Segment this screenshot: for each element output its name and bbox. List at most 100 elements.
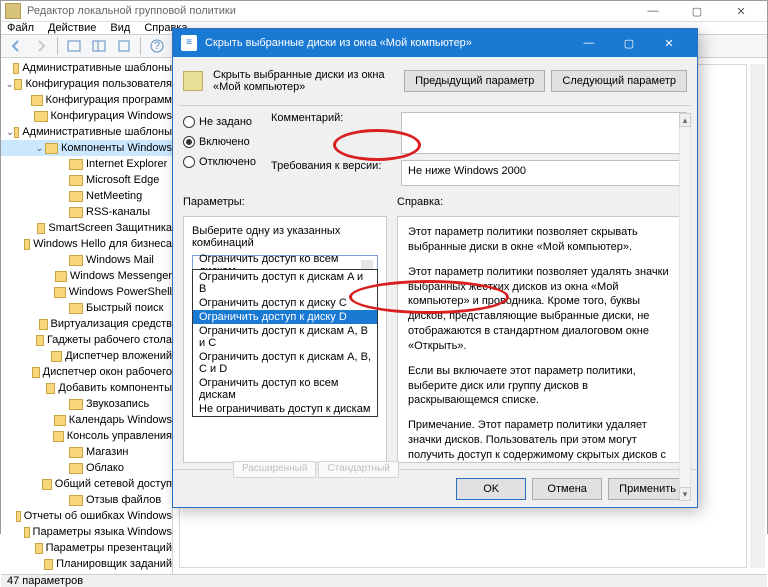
comment-field[interactable] (401, 112, 687, 154)
tree-item-label: Виртуализация средств (51, 318, 173, 330)
tree-item-label: Звукозапись (86, 398, 149, 410)
folder-icon (69, 399, 83, 410)
tree-item[interactable]: Microsoft Edge (1, 172, 172, 188)
forward-icon[interactable] (30, 35, 52, 57)
help-p4: Примечание. Этот параметр политики удаля… (408, 418, 676, 463)
tree-item[interactable]: Windows PowerShell (1, 284, 172, 300)
tree-item[interactable]: ⌄Компоненты Windows (1, 140, 172, 156)
folder-icon (69, 191, 83, 202)
tree-item[interactable]: Windows Hello для бизнеса (1, 236, 172, 252)
radio-disabled[interactable]: Отключено (183, 156, 261, 168)
toolbar-btn-2[interactable] (88, 35, 110, 57)
tree-item[interactable]: Магазин (1, 444, 172, 460)
tree-item-label: Административные шаблоны (22, 126, 172, 138)
toolbar-btn-1[interactable] (63, 35, 85, 57)
tree-item[interactable]: Internet Explorer (1, 156, 172, 172)
tree-item[interactable]: Общий сетевой доступ (1, 476, 172, 492)
dropdown-option[interactable]: Ограничить доступ к дискам A, B и C (193, 324, 377, 350)
maximize-button[interactable]: ▢ (675, 1, 719, 21)
tree-item[interactable]: Отзыв файлов (1, 492, 172, 508)
dropdown-option[interactable]: Ограничить доступ ко всем дискам (193, 376, 377, 402)
tree-item[interactable]: Административные шаблоны (1, 60, 172, 76)
previous-setting-button[interactable]: Предыдущий параметр (404, 70, 545, 92)
menu-action[interactable]: Действие (48, 22, 96, 34)
tree-item[interactable]: Параметры языка Windows (1, 524, 172, 540)
drive-dropdown[interactable]: Ограничить доступ к дискам A и BОграничи… (192, 269, 378, 417)
tree-item-label: Гаджеты рабочего стола (47, 334, 172, 346)
tree-item[interactable]: Виртуализация средств (1, 316, 172, 332)
tree-item[interactable]: Календарь Windows (1, 412, 172, 428)
close-button[interactable]: ✕ (719, 1, 763, 21)
tree-item[interactable]: Звукозапись (1, 396, 172, 412)
dialog-close-button[interactable]: ✕ (649, 32, 689, 54)
radio-not-configured[interactable]: Не задано (183, 116, 261, 128)
folder-icon (44, 559, 54, 570)
tree-item[interactable]: Быстрый поиск (1, 300, 172, 316)
tree-item[interactable]: Гаджеты рабочего стола (1, 332, 172, 348)
tab-extended[interactable]: Расширенный (233, 461, 316, 478)
tree-item-label: Конфигурация Windows (51, 110, 173, 122)
dropdown-option[interactable]: Ограничить доступ к диску C (193, 296, 377, 310)
tree-item-label: Добавить компоненты (58, 382, 172, 394)
app-icon (5, 3, 21, 19)
dialog-minimize-button[interactable]: — (569, 32, 609, 54)
folder-icon (53, 431, 64, 442)
cancel-button[interactable]: Отмена (532, 478, 602, 500)
folder-icon (69, 495, 83, 506)
help-icon[interactable]: ? (146, 35, 168, 57)
tree-item[interactable]: Облако (1, 460, 172, 476)
tree-item[interactable]: Параметры презентаций (1, 540, 172, 556)
tree-item[interactable]: SmartScreen Защитника (1, 220, 172, 236)
statusbar: 47 параметров (1, 574, 767, 587)
tree-item[interactable]: Планировщик заданий (1, 556, 172, 572)
menu-file[interactable]: Файл (7, 22, 34, 34)
tree-item[interactable]: Консоль управления (1, 428, 172, 444)
help-scrollbar[interactable]: ▴▾ (679, 113, 691, 501)
next-setting-button[interactable]: Следующий параметр (551, 70, 687, 92)
folder-icon (24, 239, 30, 250)
tree-item-label: Отчеты об ошибках Windows (24, 510, 172, 522)
folder-icon (69, 175, 83, 186)
tree-item[interactable]: RSS-каналы (1, 204, 172, 220)
radio-enabled[interactable]: Включено (183, 136, 261, 148)
help-p3: Если вы включаете этот параметр политики… (408, 364, 676, 409)
folder-icon (14, 79, 23, 90)
tree-item[interactable]: Отчеты об ошибках Windows (1, 508, 172, 524)
tree-item[interactable]: Добавить компоненты (1, 380, 172, 396)
help-p1: Этот параметр политики позволяет скрыват… (408, 225, 676, 255)
tree-item[interactable]: Windows Mail (1, 252, 172, 268)
tree-item-label: Быстрый поиск (86, 302, 163, 314)
tree-item[interactable]: NetMeeting (1, 188, 172, 204)
tab-standard[interactable]: Стандартный (318, 461, 398, 478)
apply-button[interactable]: Применить (608, 478, 687, 500)
main-titlebar: Редактор локальной групповой политики — … (1, 1, 767, 22)
tree-item-label: Облако (86, 462, 124, 474)
back-icon[interactable] (5, 35, 27, 57)
menu-view[interactable]: Вид (110, 22, 130, 34)
tree-item[interactable]: Конфигурация программ (1, 92, 172, 108)
parameters-panel: Выберите одну из указанных комбинаций Ог… (183, 216, 387, 463)
dropdown-option[interactable]: Не ограничивать доступ к дискам (193, 402, 377, 416)
tree-item[interactable]: Конфигурация Windows (1, 108, 172, 124)
folder-icon (16, 511, 21, 522)
tree-item-label: Параметры языка Windows (33, 526, 172, 538)
minimize-button[interactable]: — (631, 1, 675, 21)
chevron-down-icon (362, 263, 370, 268)
toolbar-btn-3[interactable] (113, 35, 135, 57)
dropdown-option[interactable]: Ограничить доступ к дискам A, B, C и D (193, 350, 377, 376)
tree-item[interactable]: ⌄Конфигурация пользователя (1, 76, 172, 92)
tree-item[interactable]: ⌄Административные шаблоны (1, 124, 172, 140)
folder-icon (69, 255, 83, 266)
dropdown-option[interactable]: Ограничить доступ к дискам A и B (193, 270, 377, 296)
tree-item-label: Диспетчер вложений (65, 350, 172, 362)
tree-panel[interactable]: Административные шаблоны⌄Конфигурация по… (1, 58, 173, 574)
tree-item[interactable]: Диспетчер вложений (1, 348, 172, 364)
ok-button[interactable]: OK (456, 478, 526, 500)
tree-item[interactable]: Windows Messenger (1, 268, 172, 284)
folder-icon (14, 127, 19, 138)
dialog-maximize-button[interactable]: ▢ (609, 32, 649, 54)
scrollbar[interactable] (750, 64, 765, 568)
dropdown-option[interactable]: Ограничить доступ к диску D (193, 310, 377, 324)
tree-item[interactable]: Диспетчер окон рабочего (1, 364, 172, 380)
dialog-header: Скрыть выбранные диски из окна «Мой комп… (173, 57, 697, 105)
